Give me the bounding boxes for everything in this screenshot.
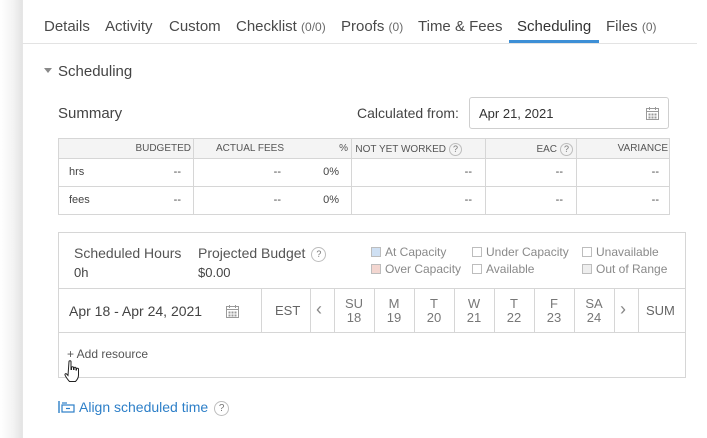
day-column-header: SA 24 — [585, 296, 603, 325]
legend-under-capacity: Under Capacity — [472, 245, 569, 259]
grid-divider — [59, 288, 685, 289]
legend-over-capacity: Over Capacity — [371, 262, 461, 276]
align-scheduled-time-link[interactable]: Align scheduled time? — [58, 399, 230, 416]
tab-files[interactable]: Files (0) — [606, 18, 657, 35]
legend-swatch — [472, 247, 482, 257]
legend-swatch — [582, 264, 592, 274]
fees-not-yet-worked: -- — [464, 194, 472, 206]
col-budgeted: BUDGETED — [135, 143, 191, 154]
scheduling-grid: Scheduled Hours 0h Projected Budget? $0.… — [58, 232, 686, 378]
legend-swatch — [582, 247, 592, 257]
projected-budget-value: $0.00 — [198, 265, 231, 280]
tab-checklist[interactable]: Checklist (0/0) — [236, 18, 326, 35]
timezone-label[interactable]: EST — [275, 303, 300, 318]
left-shadow — [0, 0, 22, 438]
calculated-from-date-input[interactable]: Apr 21, 2021 — [469, 97, 669, 129]
fees-budgeted: -- — [173, 194, 181, 206]
help-icon[interactable]: ? — [449, 143, 462, 156]
active-tab-indicator — [509, 40, 599, 43]
fees-eac: -- — [555, 194, 563, 206]
row-divider — [59, 186, 669, 187]
col-actual-fees: ACTUAL FEES — [216, 143, 284, 154]
hrs-actual: -- — [273, 166, 281, 178]
day-column-header: F 23 — [546, 296, 562, 325]
legend-swatch — [472, 264, 482, 274]
fees-percent: 0% — [323, 194, 339, 206]
col-divider — [485, 139, 486, 214]
week-range[interactable]: Apr 18 - Apr 24, 2021 — [69, 303, 202, 319]
calendar-icon[interactable] — [226, 305, 239, 318]
hrs-not-yet-worked: -- — [464, 166, 472, 178]
section-title: Scheduling — [58, 63, 133, 80]
legend-unavailable: Unavailable — [582, 245, 659, 259]
col-eac: EAC? — [536, 143, 573, 156]
align-time-icon — [58, 401, 75, 413]
day-column-header: T 20 — [426, 296, 442, 325]
row-label-fees: fees — [69, 194, 90, 206]
legend-at-capacity: At Capacity — [371, 245, 446, 259]
day-column-header: SU 18 — [344, 296, 364, 325]
grid-divider — [614, 288, 615, 332]
grid-divider — [310, 288, 311, 332]
calculated-from-value: Apr 21, 2021 — [479, 106, 554, 121]
projected-budget-label: Projected Budget? — [198, 245, 327, 262]
help-icon[interactable]: ? — [214, 400, 230, 416]
legend-available: Available — [472, 262, 534, 276]
hrs-variance: -- — [651, 166, 659, 178]
row-label-hrs: hrs — [69, 166, 85, 178]
tab-custom[interactable]: Custom — [169, 18, 221, 35]
col-divider — [193, 139, 194, 214]
sum-column-header: SUM — [646, 303, 675, 318]
add-resource-button[interactable]: + Add resource — [67, 347, 148, 361]
day-column-header: M 19 — [386, 296, 402, 325]
legend-swatch — [371, 247, 381, 257]
col-divider — [576, 139, 577, 214]
calendar-icon[interactable] — [646, 107, 659, 120]
scheduled-hours-value: 0h — [74, 265, 89, 280]
tab-time-fees[interactable]: Time & Fees — [418, 18, 502, 35]
calculated-from-label: Calculated from: — [357, 105, 459, 121]
hrs-percent: 0% — [323, 166, 339, 178]
hrs-budgeted: -- — [173, 166, 181, 178]
scheduled-hours-label: Scheduled Hours — [74, 245, 182, 261]
next-week-arrow-icon[interactable]: › — [620, 299, 626, 320]
tab-proofs[interactable]: Proofs (0) — [341, 18, 403, 35]
col-divider — [351, 139, 352, 214]
prev-week-arrow-icon[interactable]: ‹ — [316, 299, 322, 320]
summary-table: BUDGETED ACTUAL FEES % NOT YET WORKED? E… — [58, 138, 670, 215]
align-link-label: Align scheduled time — [79, 399, 209, 415]
legend-swatch — [371, 264, 381, 274]
fees-variance: -- — [651, 194, 659, 206]
scheduling-section-toggle[interactable]: Scheduling — [44, 63, 132, 80]
tab-details[interactable]: Details — [44, 18, 90, 35]
grid-divider — [638, 288, 639, 332]
col-not-yet-worked: NOT YET WORKED? — [355, 143, 462, 156]
caret-down-icon — [44, 68, 52, 73]
col-variance: VARIANCE — [617, 143, 668, 154]
col-percent: % — [339, 143, 348, 154]
day-column-header: W 21 — [466, 296, 482, 325]
day-column-header: T 22 — [506, 296, 522, 325]
legend-out-of-range: Out of Range — [582, 262, 667, 276]
tab-bar: Details Activity Custom Checklist (0/0) … — [22, 0, 697, 44]
fees-actual: -- — [273, 194, 281, 206]
help-icon[interactable]: ? — [311, 246, 327, 262]
grid-divider — [261, 288, 262, 332]
tab-scheduling[interactable]: Scheduling — [517, 18, 591, 35]
help-icon[interactable]: ? — [560, 143, 573, 156]
hrs-eac: -- — [555, 166, 563, 178]
summary-label: Summary — [58, 105, 123, 122]
tab-activity[interactable]: Activity — [105, 18, 153, 35]
grid-divider — [59, 332, 685, 333]
hand-cursor-icon — [64, 360, 79, 382]
